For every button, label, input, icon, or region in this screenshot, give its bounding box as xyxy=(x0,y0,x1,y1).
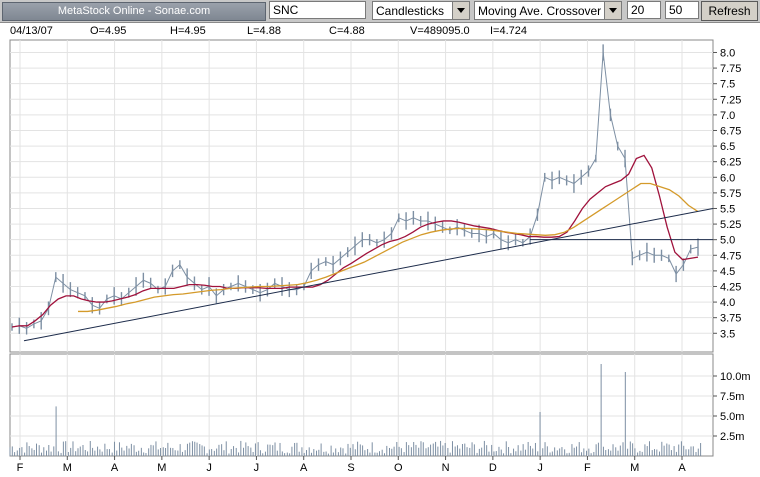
x-tick-label: F xyxy=(584,462,591,474)
price-tick-label: 6.25 xyxy=(720,157,741,169)
x-tick-label: F xyxy=(17,462,24,474)
volume-tick-label: 2.5m xyxy=(720,431,744,443)
x-tick-label: A xyxy=(111,462,119,474)
x-tick-label: O xyxy=(394,462,403,474)
price-tick-label: 7.25 xyxy=(720,94,741,106)
price-tick-label: 5.0 xyxy=(720,235,735,247)
price-tick-label: 5.25 xyxy=(720,219,741,231)
volume-tick-label: 7.5m xyxy=(720,391,744,403)
price-tick-label: 7.5 xyxy=(720,79,735,91)
x-tick-label: J xyxy=(206,462,212,474)
price-chart: F M A M J J A S O N D J F M A 3.5 3.75 4.0 4.25 4.5 4.75 5.0 5… xyxy=(9,39,751,474)
volume-tick-label: 10.0m xyxy=(720,371,751,383)
price-tick-label: 4.75 xyxy=(720,250,741,262)
x-tick-label: N xyxy=(442,462,450,474)
price-tick-label: 8.0 xyxy=(720,47,735,59)
price-tick-label: 5.5 xyxy=(720,203,735,215)
x-tick-label: M xyxy=(63,462,72,474)
price-tick-label: 3.5 xyxy=(720,328,735,340)
x-tick-label: M xyxy=(157,462,166,474)
price-tick-label: 6.75 xyxy=(720,125,741,137)
price-tick-label: 3.75 xyxy=(720,313,741,325)
price-tick-label: 6.0 xyxy=(720,172,735,184)
price-tick-label: 6.5 xyxy=(720,141,735,153)
price-tick-label: 4.5 xyxy=(720,266,735,278)
x-tick-label: J xyxy=(254,462,260,474)
volume-tick-label: 5.0m xyxy=(720,411,744,423)
volume-panel-frame xyxy=(9,353,714,457)
price-tick-label: 4.0 xyxy=(720,297,735,309)
x-tick-label: J xyxy=(537,462,543,474)
x-tick-label: S xyxy=(347,462,354,474)
x-tick-label: M xyxy=(630,462,639,474)
price-tick-label: 7.0 xyxy=(720,110,735,122)
price-tick-label: 4.25 xyxy=(720,281,741,293)
price-tick-label: 5.75 xyxy=(720,188,741,200)
x-tick-label: A xyxy=(678,462,686,474)
x-tick-label: D xyxy=(489,462,497,474)
price-tick-label: 7.75 xyxy=(720,63,741,75)
x-tick-label: A xyxy=(300,462,308,474)
